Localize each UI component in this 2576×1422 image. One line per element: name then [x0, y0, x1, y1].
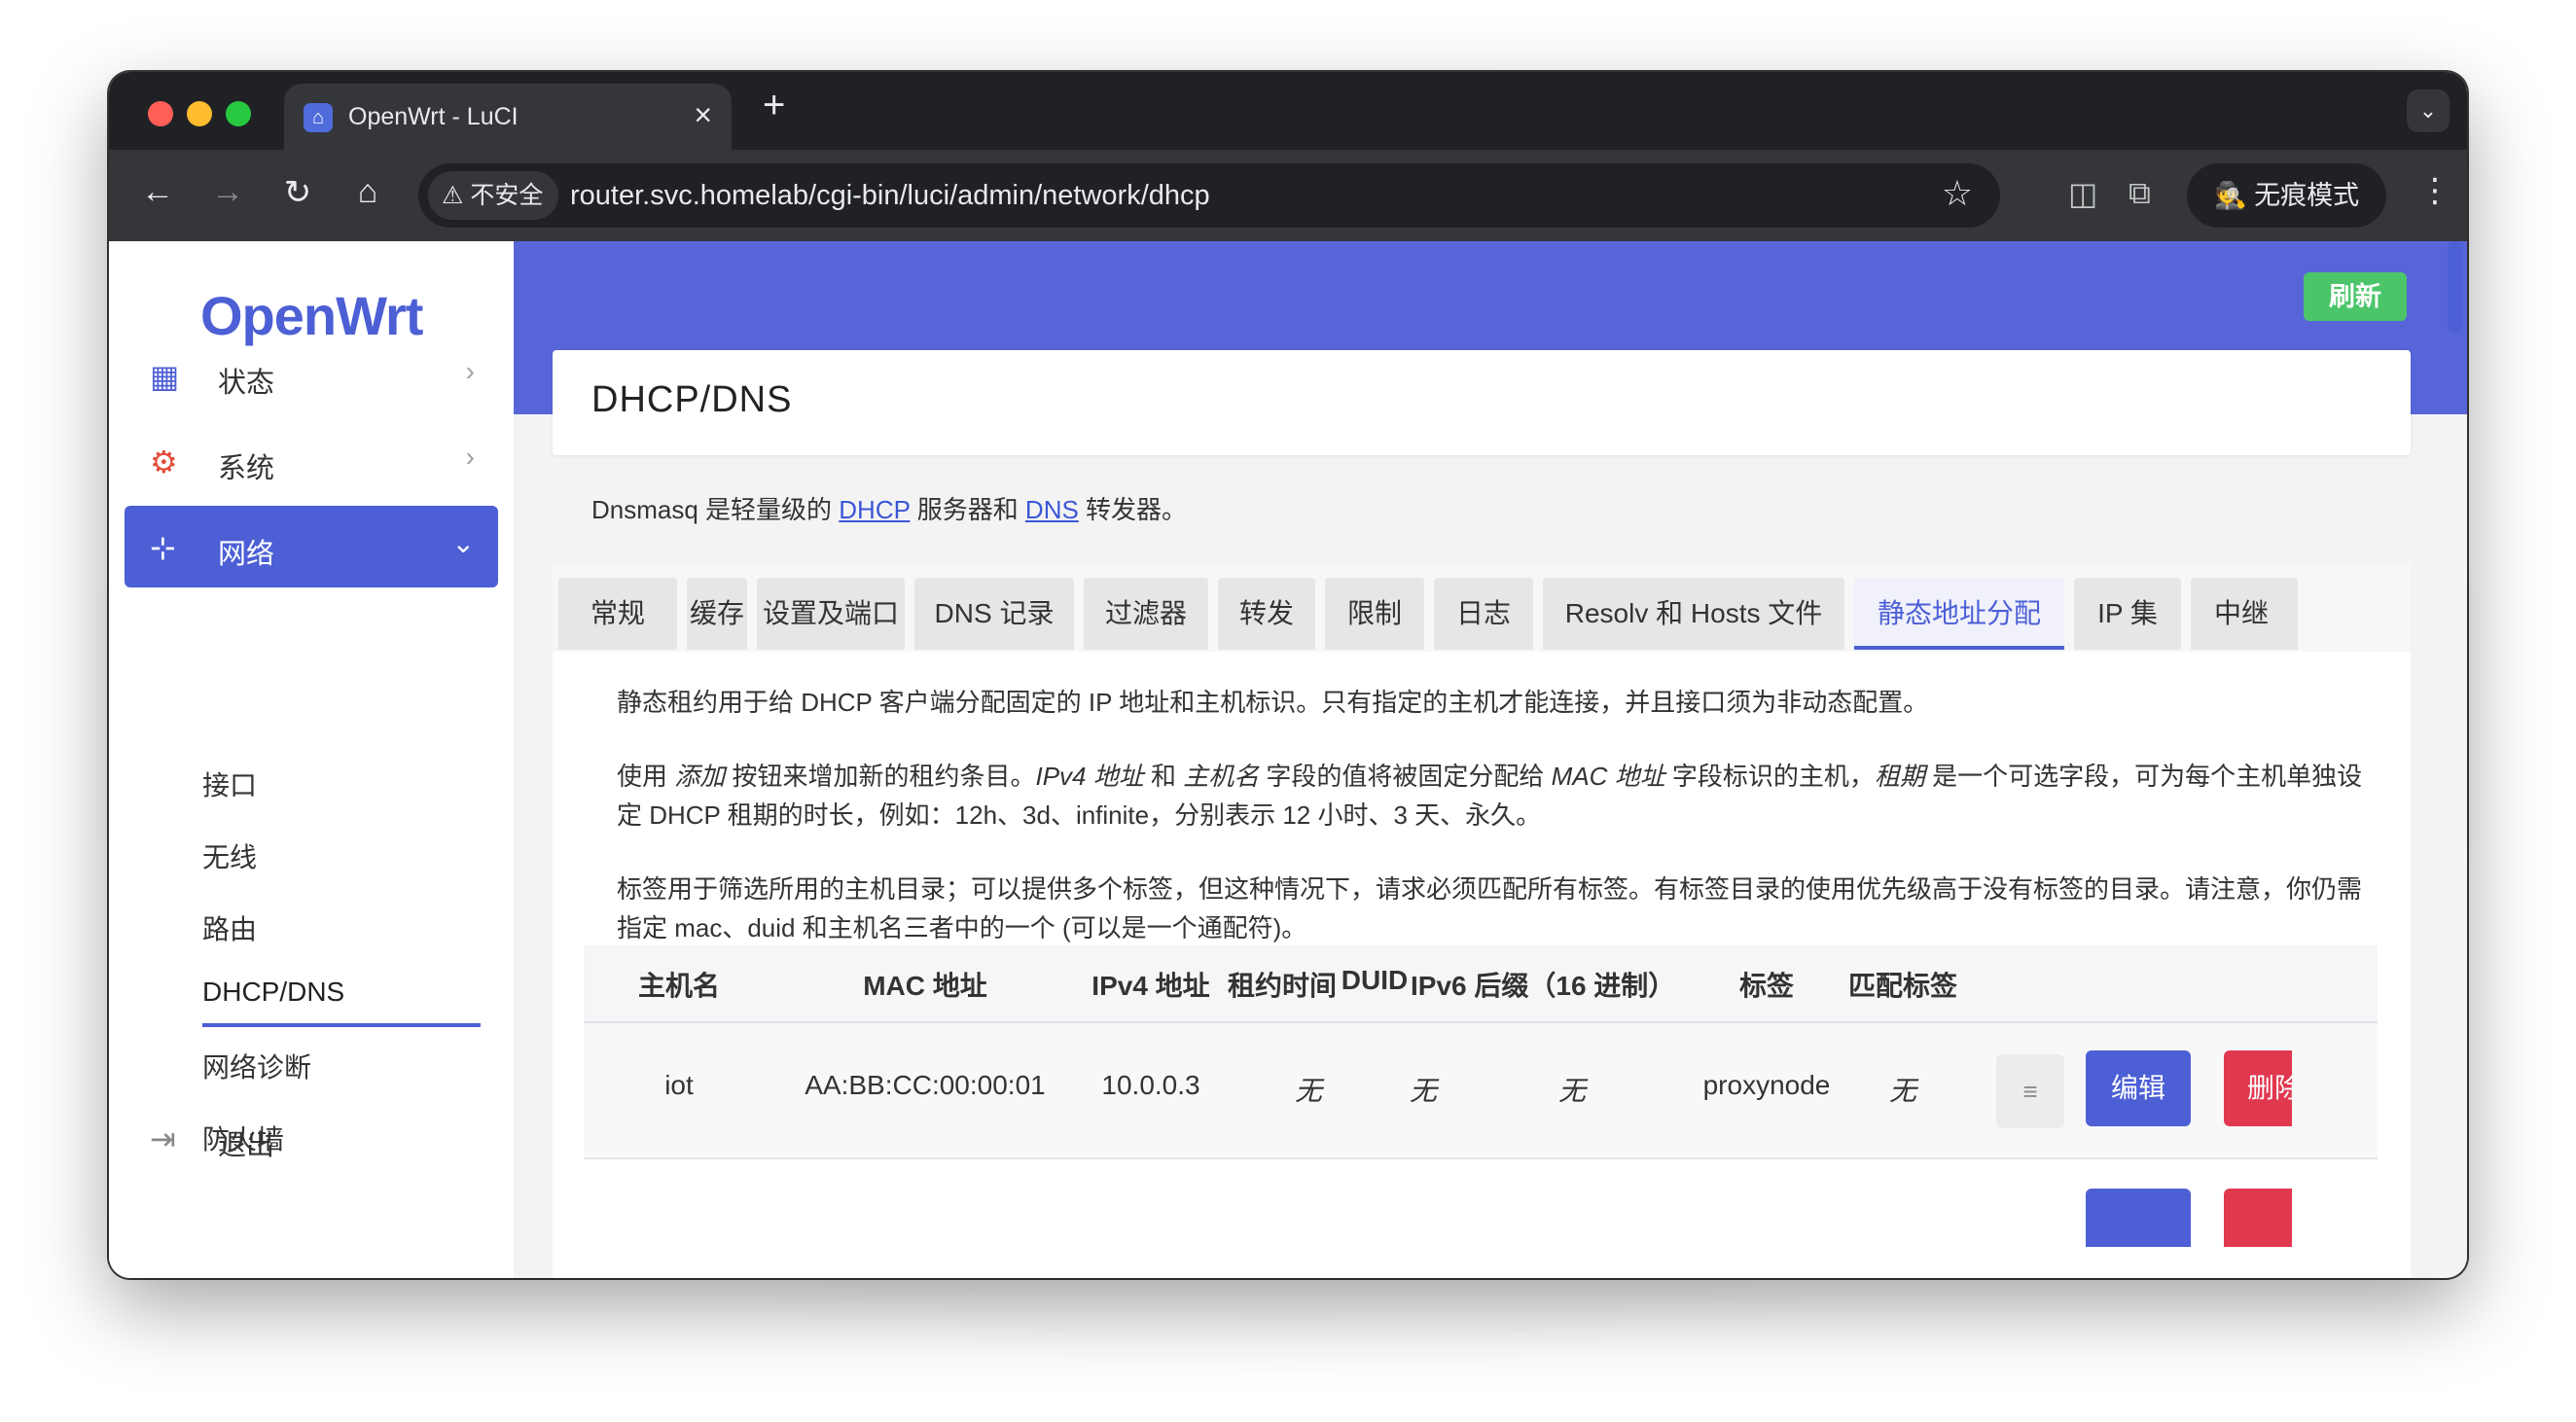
table-row: iot AA:BB:CC:00:00:01 10.0.0.3 无 无 无 pro…	[584, 1021, 2378, 1159]
bookmark-star-icon[interactable]: ☆	[1942, 173, 1973, 214]
delete-button[interactable]	[2224, 1189, 2292, 1247]
cell-hostname: iot	[664, 1070, 694, 1100]
column-hostname: 主机名	[637, 971, 720, 1001]
new-tab-button[interactable]: +	[763, 84, 785, 127]
warning-icon: ⚠	[442, 182, 471, 209]
extensions-puzzle-icon[interactable]: ⧉	[2129, 175, 2151, 212]
back-arrow-icon[interactable]: ←	[136, 173, 179, 211]
reading-mode-icon[interactable]: ◫	[2068, 175, 2097, 212]
address-bar[interactable]: ⚠ 不安全 router.svc.homelab/cgi-bin/luci/ad…	[418, 163, 2000, 228]
cell-mac: AA:BB:CC:00:00:01	[805, 1070, 1046, 1100]
cell-ipv6-suffix: 无	[1557, 1076, 1586, 1106]
column-ipv6-suffix: IPv6 后缀（16 进制）	[1411, 971, 1676, 1001]
column-lease-time: 租约时间	[1227, 971, 1337, 1001]
table-header-row: 主机名 MAC 地址 IPv4 地址 租约时间 DUID IPv6 后缀（16 …	[584, 945, 2378, 1023]
browser-tab[interactable]: ⌂ OpenWrt - LuCI ×	[284, 84, 732, 150]
profile-label: 无痕模式	[2254, 181, 2360, 210]
tab-search-button[interactable]: ⌄	[2407, 89, 2450, 132]
reload-icon[interactable]: ↻	[276, 173, 319, 212]
cell-match-tag: 无	[1888, 1076, 1916, 1106]
url-text[interactable]: router.svc.homelab/cgi-bin/luci/admin/ne…	[570, 180, 1210, 212]
openwrt-favicon-icon: ⌂	[304, 103, 333, 132]
edit-button[interactable]	[2086, 1189, 2191, 1247]
table-overlay: iot AA:BB:CC:00:00:01 10.0.0.3 无 无 无 pro…	[109, 241, 2467, 1278]
delete-button[interactable]: 删除	[2224, 1050, 2292, 1126]
tab-close-icon[interactable]: ×	[694, 97, 712, 133]
close-window-button[interactable]	[148, 101, 173, 126]
edit-button[interactable]: 编辑	[2086, 1050, 2191, 1126]
tab-strip: ⌂ OpenWrt - LuCI × + ⌄	[109, 72, 2467, 150]
cell-lease-time: 无	[1294, 1076, 1322, 1106]
incognito-icon: 🕵	[2214, 181, 2255, 210]
security-chip[interactable]: ⚠ 不安全	[428, 171, 559, 220]
more-menu-icon[interactable]: ⋮	[2418, 171, 2451, 210]
browser-toolbar: ← → ↻ ⌂ ⚠ 不安全 router.svc.homelab/cgi-bin…	[109, 150, 2467, 241]
drag-handle[interactable]: ≡	[1996, 1054, 2064, 1128]
cell-ipv4: 10.0.0.3	[1101, 1070, 1200, 1100]
home-icon[interactable]: ⌂	[346, 173, 389, 211]
column-tag: 标签	[1738, 971, 1794, 1001]
incognito-profile-button[interactable]: 🕵 无痕模式	[2187, 163, 2387, 228]
cell-tag: proxynode	[1702, 1070, 1831, 1100]
tab-title: OpenWrt - LuCI	[348, 103, 519, 130]
security-label: 不安全	[470, 182, 544, 209]
minimize-window-button[interactable]	[187, 101, 212, 126]
column-duid: DUID	[1341, 965, 1409, 995]
maximize-window-button[interactable]	[226, 101, 251, 126]
column-mac: MAC 地址	[863, 971, 987, 1001]
column-match-tag: 匹配标签	[1847, 971, 1957, 1001]
table-body: iot AA:BB:CC:00:00:01 10.0.0.3 无 无 无 pro…	[584, 1021, 2378, 1278]
column-ipv4: IPv4 地址	[1091, 971, 1210, 1001]
cell-duid: 无	[1409, 1076, 1437, 1106]
forward-arrow-icon[interactable]: →	[206, 173, 249, 211]
